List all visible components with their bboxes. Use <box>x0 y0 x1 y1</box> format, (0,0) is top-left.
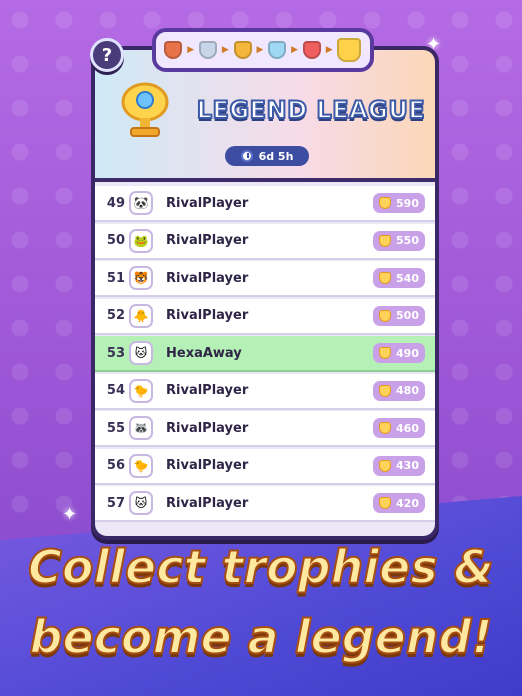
trophy-score-badge: 500 <box>373 305 425 326</box>
trophy-score-badge: 420 <box>373 493 425 513</box>
leaderboard-row[interactable]: 50 🐸 RivalPlayer 550 <box>95 223 435 260</box>
diamond-trophy-icon <box>268 41 287 59</box>
frog-icon: 🐸 <box>129 228 153 253</box>
player-name: RivalPlayer <box>166 495 249 511</box>
rank-number: 56 <box>106 458 125 473</box>
trophy-score-badge: 550 <box>373 230 425 251</box>
duck-icon: 🐥 <box>129 303 153 328</box>
arrow-icon: ▶ <box>256 45 264 55</box>
leaderboard-row[interactable]: 54 🐤 RivalPlayer 480 <box>95 373 435 410</box>
chick-icon: 🐤 <box>129 453 153 478</box>
gold-trophy-icon <box>233 41 252 59</box>
score-value: 460 <box>396 421 419 435</box>
promo-line-1: Collect trophies & <box>27 539 495 595</box>
player-name: RivalPlayer <box>166 383 249 398</box>
legend-trophy-icon <box>337 38 362 62</box>
tiger-icon: 🐯 <box>129 266 153 290</box>
trophy-score-badge: 430 <box>373 455 425 476</box>
arrow-icon: ▶ <box>187 45 195 55</box>
league-title: LEGEND LEAGUE <box>196 95 426 125</box>
player-name: RivalPlayer <box>166 308 249 323</box>
trophy-icon <box>121 82 169 137</box>
promo-line-2: become a legend! <box>29 609 494 665</box>
score-value: 500 <box>396 309 419 322</box>
player-name: RivalPlayer <box>166 233 249 248</box>
trophy-icon <box>379 347 392 359</box>
panda-icon: 🐼 <box>129 191 153 215</box>
bronze-trophy-icon <box>164 41 183 59</box>
chick-icon: 🐤 <box>129 378 153 403</box>
trophy-icon <box>379 497 392 509</box>
trophy-icon <box>379 197 392 209</box>
leaderboard-row[interactable]: 52 🐥 RivalPlayer 500 <box>95 298 435 335</box>
league-card: LEGEND LEAGUE 6d 5h 49 🐼 RivalPlayer 590 50 🐸… <box>91 46 439 540</box>
trophy-score-badge: 480 <box>373 380 425 401</box>
silver-trophy-icon <box>199 41 218 59</box>
leaderboard-row[interactable]: 56 🐤 RivalPlayer 430 <box>95 448 435 485</box>
leaderboard-row-current-player[interactable]: 53 🐱 HexaAway 490 <box>95 336 435 372</box>
score-value: 540 <box>396 271 419 285</box>
ruby-trophy-icon <box>302 41 321 59</box>
leaderboard-row[interactable]: 49 🐼 RivalPlayer 590 <box>95 186 435 222</box>
player-name: RivalPlayer <box>166 420 249 436</box>
player-name: HexaAway <box>166 345 242 361</box>
trophy-icon <box>379 309 392 322</box>
player-name: RivalPlayer <box>166 270 249 286</box>
player-name: RivalPlayer <box>166 195 249 211</box>
sparkle-icon: ✦ <box>62 504 78 525</box>
leaderboard-list[interactable]: 49 🐼 RivalPlayer 590 50 🐸 RivalPlayer 550 51 🐯 Riv… <box>95 182 435 536</box>
trophy-icon <box>379 422 392 434</box>
score-value: 590 <box>396 196 419 210</box>
rank-number: 57 <box>106 495 125 511</box>
leaderboard-row[interactable]: 51 🐯 RivalPlayer 540 <box>95 261 435 297</box>
rank-number: 51 <box>106 270 125 286</box>
trophy-icon <box>379 272 392 284</box>
leaderboard-row[interactable]: 55 🦝 RivalPlayer 460 <box>95 411 435 447</box>
leaderboard-row[interactable]: 57 🐱 RivalPlayer 420 <box>95 486 435 522</box>
arrow-icon: ▶ <box>325 45 333 55</box>
rank-number: 52 <box>106 308 125 323</box>
score-value: 480 <box>396 384 419 397</box>
trophy-icon <box>379 234 392 247</box>
trophy-score-badge: 540 <box>373 268 425 288</box>
rank-number: 54 <box>106 383 125 398</box>
cat-icon: 🐱 <box>129 491 153 515</box>
score-value: 430 <box>396 459 419 472</box>
raccoon-icon: 🦝 <box>129 416 153 440</box>
player-name: RivalPlayer <box>166 458 249 473</box>
question-icon: ? <box>101 44 113 66</box>
clock-icon <box>240 150 253 162</box>
trophy-icon <box>379 384 392 397</box>
trophy-score-badge: 490 <box>373 343 425 363</box>
arrow-icon: ▶ <box>291 45 299 55</box>
rank-number: 55 <box>106 420 125 436</box>
cat-icon: 🐱 <box>129 341 153 365</box>
score-value: 490 <box>396 346 419 360</box>
timer-label: 6d 5h <box>258 149 294 163</box>
score-value: 550 <box>396 234 419 247</box>
rank-number: 49 <box>106 195 125 211</box>
league-progress-bar: ▶ ▶ ▶ ▶ ▶ <box>152 28 374 72</box>
score-value: 420 <box>396 496 419 510</box>
trophy-score-badge: 590 <box>373 193 425 213</box>
league-timer: 6d 5h <box>225 146 309 166</box>
rank-number: 50 <box>106 233 125 248</box>
arrow-icon: ▶ <box>221 45 229 55</box>
trophy-icon <box>379 459 392 472</box>
rank-number: 53 <box>106 345 125 361</box>
help-button[interactable]: ? <box>90 38 124 72</box>
trophy-score-badge: 460 <box>373 418 425 438</box>
